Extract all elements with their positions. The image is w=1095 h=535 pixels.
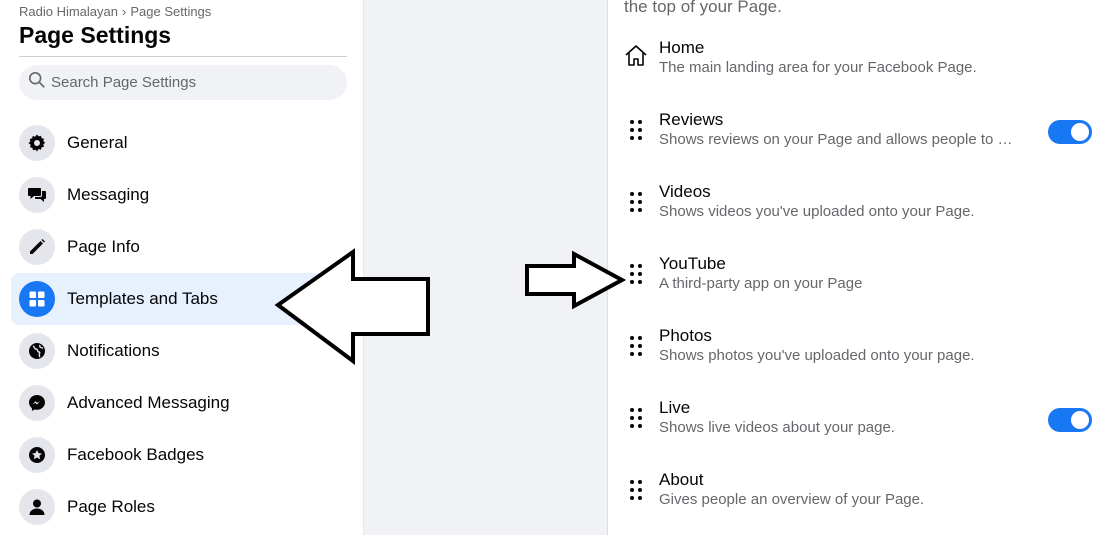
grid-icon [19, 281, 55, 317]
tab-description: Shows live videos about your page. [659, 419, 895, 436]
tab-title: Live [659, 398, 691, 417]
drag-handle-icon[interactable] [620, 254, 652, 294]
drag-handle-icon[interactable] [620, 110, 652, 150]
drag-handle-icon[interactable] [620, 326, 652, 366]
reviews-toggle[interactable] [1048, 120, 1092, 144]
breadcrumb-current: Page Settings [130, 4, 212, 19]
pencil-icon [19, 229, 55, 265]
breadcrumb-parent[interactable]: Radio Himalayan [19, 4, 118, 19]
drag-handle-icon[interactable] [620, 398, 652, 438]
toggle-knob [1071, 123, 1089, 141]
search-box[interactable] [19, 65, 347, 100]
tab-title: Videos [659, 182, 711, 201]
tab-row-live: Live Shows live videos about your page. [608, 398, 1095, 470]
globe-icon [19, 333, 55, 369]
person-icon [19, 489, 55, 525]
drag-handle-icon[interactable] [620, 182, 652, 222]
drag-handle-icon[interactable] [620, 470, 652, 510]
toggle-knob [1071, 411, 1089, 429]
sidebar-item-advanced-messaging[interactable]: Advanced Messaging [11, 377, 355, 429]
tab-row-reviews: Reviews Shows reviews on your Page and a… [608, 110, 1095, 182]
tab-title: About [659, 470, 704, 489]
sidebar-item-label: Page Roles [67, 497, 155, 516]
page-title: Page Settings [19, 22, 172, 48]
gear-icon [19, 125, 55, 161]
messenger-icon [19, 385, 55, 421]
sidebar-item-facebook-badges[interactable]: Facebook Badges [11, 429, 355, 481]
sidebar-item-messaging[interactable]: Messaging [11, 169, 355, 221]
sidebar-item-templates-and-tabs[interactable]: Templates and Tabs [11, 273, 355, 325]
badge-icon [19, 437, 55, 473]
sidebar-item-label: Facebook Badges [67, 445, 205, 464]
sidebar-nav: General Messaging Page Info Templates an… [11, 117, 355, 533]
sidebar-item-page-info[interactable]: Page Info [11, 221, 355, 273]
live-toggle[interactable] [1048, 408, 1092, 432]
breadcrumb-separator: › [122, 4, 127, 19]
sidebar-item-label: Templates and Tabs [67, 289, 218, 308]
sidebar-item-page-roles[interactable]: Page Roles [11, 481, 355, 533]
tab-title: Home [659, 38, 705, 57]
home-icon [620, 38, 652, 74]
tab-row-photos: Photos Shows photos you've uploaded onto… [608, 326, 1095, 398]
sidebar-item-label: Page Info [67, 237, 140, 256]
settings-sidebar: Radio Himalayan › Page Settings Page Setti… [0, 0, 363, 535]
breadcrumb: Radio Himalayan › Page Settings [19, 4, 211, 19]
search-icon [28, 71, 46, 94]
tab-title: Reviews [659, 110, 724, 129]
sidebar-item-notifications[interactable]: Notifications [11, 325, 355, 377]
panel-intro-text: the top of your Page. [624, 0, 782, 16]
tab-description: The main landing area for your Facebook … [659, 59, 977, 76]
sidebar-item-general[interactable]: General [11, 117, 355, 169]
sidebar-item-label: Notifications [67, 341, 160, 360]
tab-description: A third-party app on your Page [659, 275, 863, 292]
tab-title: YouTube [659, 254, 726, 273]
search-input[interactable] [51, 74, 331, 91]
messaging-icon [19, 177, 55, 213]
title-divider [19, 56, 347, 57]
sidebar-item-label: General [67, 133, 128, 152]
tab-row-home: Home The main landing area for your Face… [608, 38, 1095, 110]
tab-title: Photos [659, 326, 712, 345]
tab-description: Shows reviews on your Page and allows pe… [659, 131, 1019, 148]
tab-row-about: About Gives people an overview of your P… [608, 470, 1095, 535]
layout-gutter [363, 0, 608, 535]
tab-row-youtube: YouTube A third-party app on your Page [608, 254, 1095, 326]
sidebar-item-label: Advanced Messaging [67, 393, 230, 412]
tab-description: Shows videos you've uploaded onto your P… [659, 203, 975, 220]
tab-description: Gives people an overview of your Page. [659, 491, 925, 508]
tab-row-videos: Videos Shows videos you've uploaded onto… [608, 182, 1095, 254]
sidebar-item-label: Messaging [67, 185, 150, 204]
tabs-panel: the top of your Page. Home The main land… [608, 0, 1095, 535]
tab-description: Shows photos you've uploaded onto your p… [659, 347, 975, 364]
